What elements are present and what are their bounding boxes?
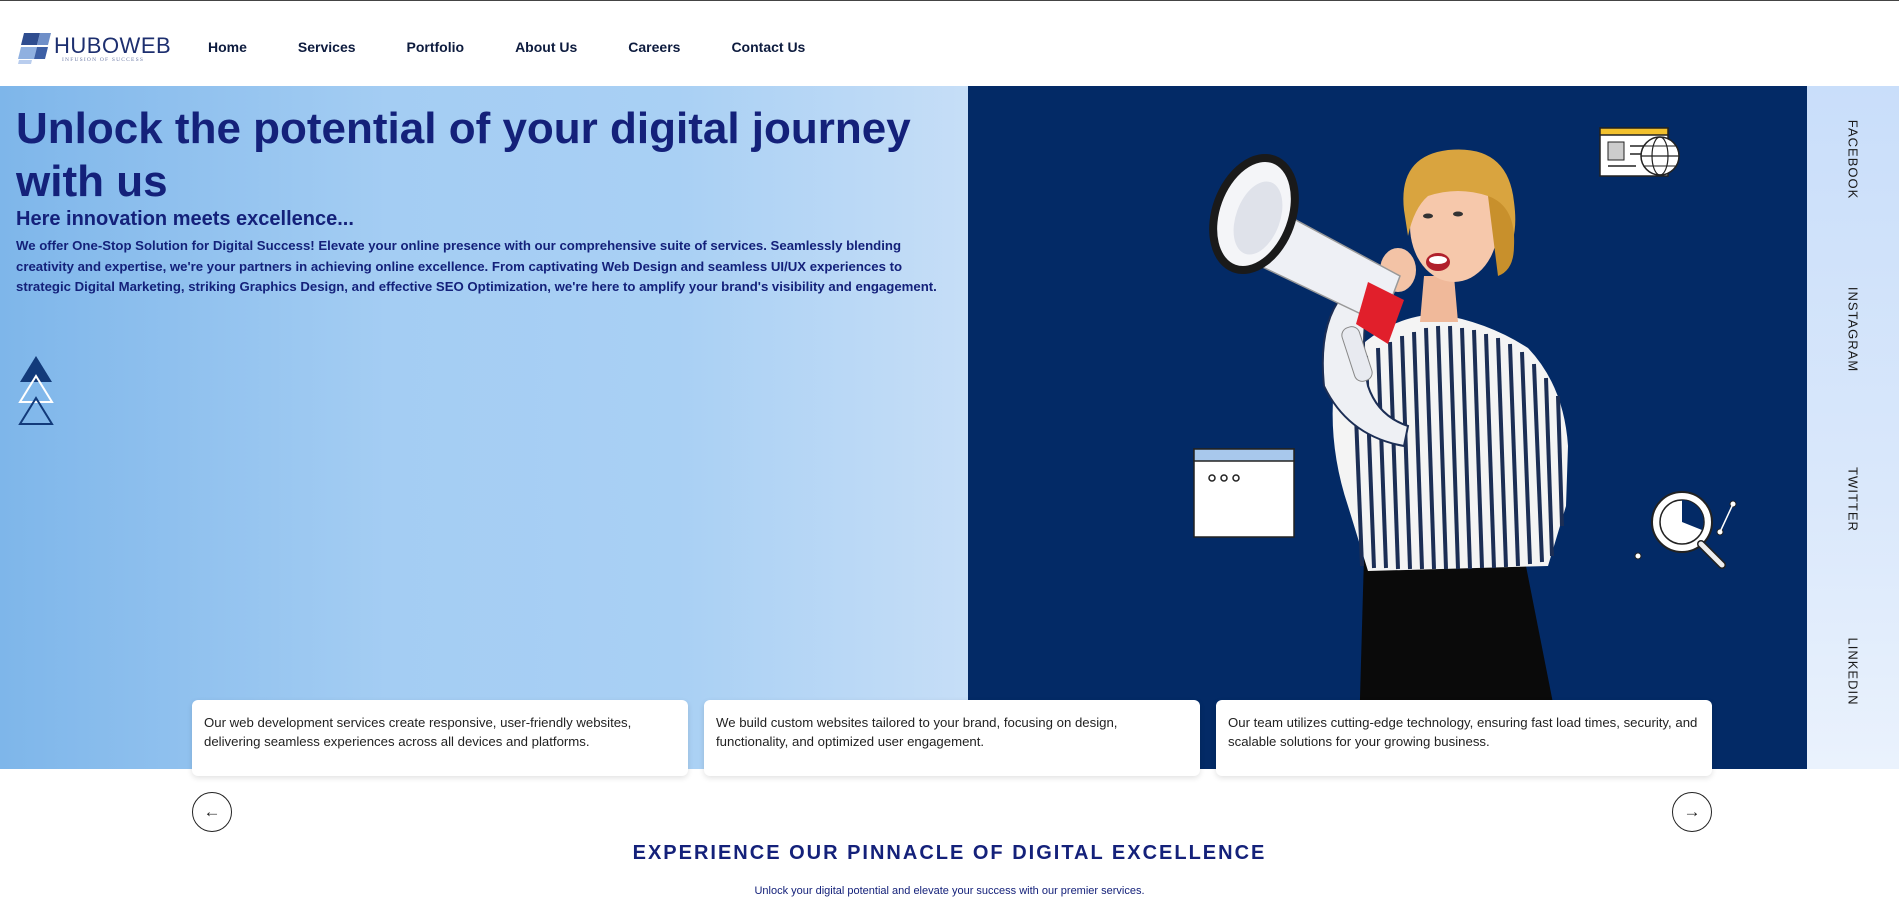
nav-about-us[interactable]: About Us: [515, 39, 577, 55]
service-card-3: Our team utilizes cutting-edge technolog…: [1216, 700, 1712, 776]
section-subtitle: Unlock your digital potential and elevat…: [754, 885, 1145, 897]
social-instagram[interactable]: INSTAGRAM: [1846, 287, 1861, 372]
nav-portfolio[interactable]: Portfolio: [407, 39, 465, 55]
arrow-left-icon: ←: [203, 802, 221, 821]
hero-image-panel: [968, 86, 1807, 769]
hero-subtitle: Here innovation meets excellence...: [16, 208, 354, 230]
carousel-prev-button[interactable]: ←: [192, 792, 232, 832]
social-sidebar: FACEBOOK INSTAGRAM TWITTER LINKEDIN: [1807, 86, 1899, 769]
site-header: HUBOWEB INFUSION OF SUCCESS Home Service…: [0, 1, 1899, 86]
nav-careers[interactable]: Careers: [628, 39, 680, 55]
logo[interactable]: HUBOWEB INFUSION OF SUCCESS: [18, 31, 172, 67]
nav-home[interactable]: Home: [208, 39, 247, 55]
nav-services[interactable]: Services: [298, 39, 356, 55]
service-card-2: We build custom websites tailored to you…: [704, 700, 1200, 776]
nav-contact-us[interactable]: Contact Us: [731, 39, 805, 55]
carousel-next-button[interactable]: →: [1672, 792, 1712, 832]
social-facebook[interactable]: FACEBOOK: [1846, 120, 1861, 200]
browser-globe-icon: [1599, 127, 1680, 177]
arrow-right-icon: →: [1683, 802, 1701, 821]
main-nav: Home Services Portfolio About Us Careers…: [208, 39, 856, 55]
hero-illustration: [1193, 127, 1737, 769]
hero-title: Unlock the potential of your digital jou…: [16, 104, 911, 206]
service-card-1: Our web development services create resp…: [192, 700, 688, 776]
section-title: EXPERIENCE OUR PINNACLE OF DIGITAL EXCEL…: [632, 842, 1267, 864]
triangles-icon: [18, 356, 54, 425]
social-twitter[interactable]: TWITTER: [1846, 467, 1861, 532]
logo-mark-icon: [18, 33, 51, 64]
woman-figure: [1321, 149, 1568, 769]
hero-description: We offer One-Stop Solution for Digital S…: [16, 238, 937, 294]
brand-tagline: INFUSION OF SUCCESS: [62, 57, 145, 63]
social-linkedin[interactable]: LINKEDIN: [1846, 638, 1861, 706]
browser-window-icon: [1193, 448, 1295, 538]
analytics-magnifier-icon: [1634, 491, 1737, 569]
brand-name: HUBOWEB: [54, 33, 172, 58]
